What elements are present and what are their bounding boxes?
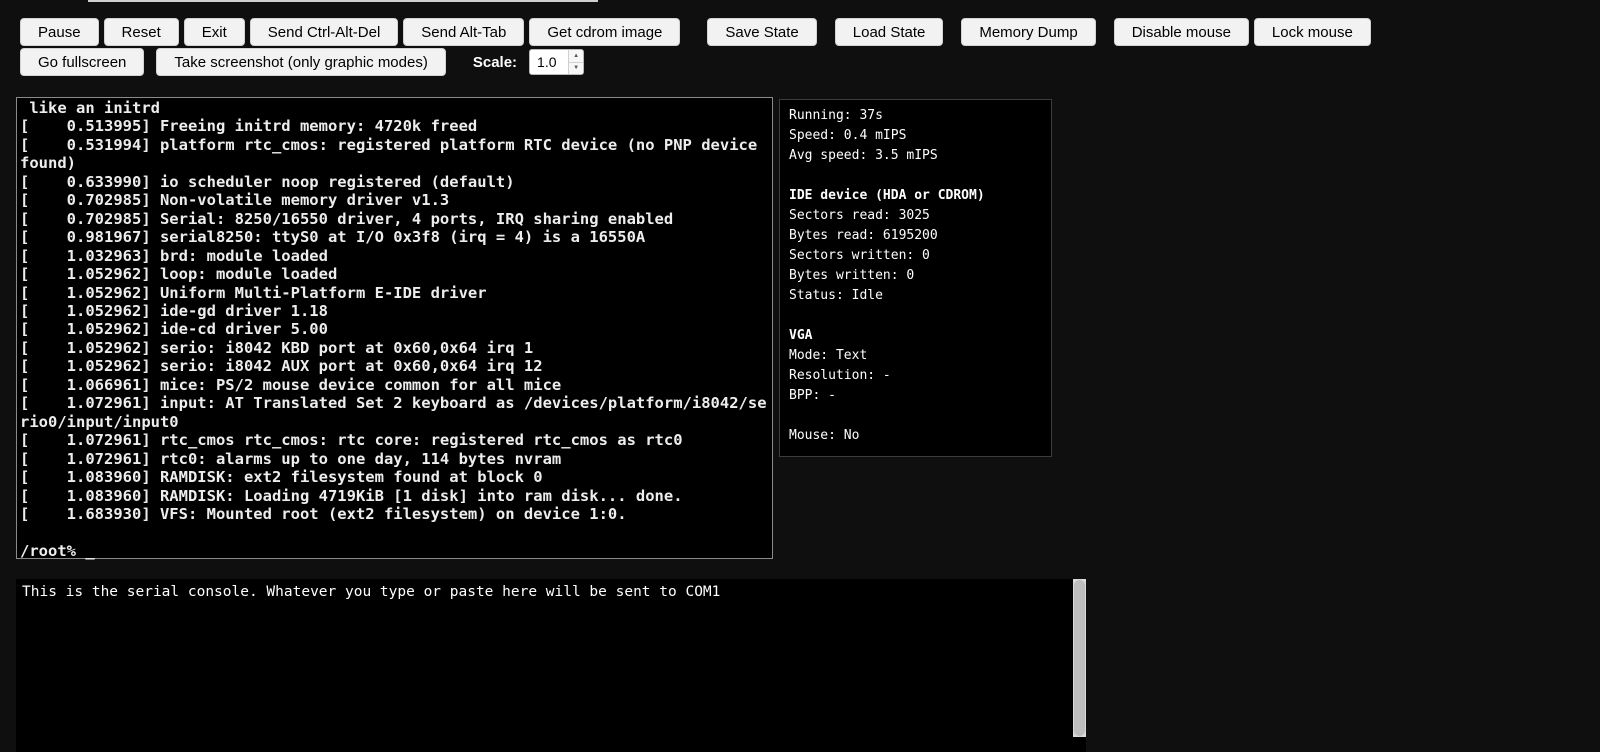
- spinner-up-icon[interactable]: ▲: [569, 50, 583, 63]
- scale-value-input[interactable]: [530, 50, 568, 74]
- pause-button[interactable]: Pause: [20, 18, 99, 46]
- disable-mouse-button[interactable]: Disable mouse: [1114, 18, 1249, 46]
- scale-spinner[interactable]: ▲ ▼: [568, 50, 583, 74]
- stats-panel: Running: 37sSpeed: 0.4 mIPSAvg speed: 3.…: [779, 99, 1052, 457]
- stats-line: Mode: Text: [789, 346, 1042, 366]
- spinner-down-icon[interactable]: ▼: [569, 63, 583, 75]
- stats-line: Bytes written: 0: [789, 266, 1042, 286]
- stats-spacer: [789, 406, 1042, 426]
- toolbar-row-2: Go fullscreen Take screenshot (only grap…: [20, 48, 1371, 76]
- stats-line: BPP: -: [789, 386, 1042, 406]
- stats-line: Resolution: -: [789, 366, 1042, 386]
- load-state-button[interactable]: Load State: [835, 18, 944, 46]
- stats-spacer: [789, 306, 1042, 326]
- save-state-button[interactable]: Save State: [707, 18, 816, 46]
- stats-spacer: [789, 166, 1042, 186]
- stats-line: Avg speed: 3.5 mIPS: [789, 146, 1042, 166]
- send-alt-tab-button[interactable]: Send Alt-Tab: [403, 18, 524, 46]
- serial-scrollbar[interactable]: [1073, 579, 1086, 737]
- stats-section-header: IDE device (HDA or CDROM): [789, 186, 1042, 206]
- toolbar: Pause Reset Exit Send Ctrl-Alt-Del Send …: [20, 18, 1371, 78]
- stats-line: Sectors written: 0: [789, 246, 1042, 266]
- stats-line: Speed: 0.4 mIPS: [789, 126, 1042, 146]
- scale-control[interactable]: ▲ ▼: [529, 49, 584, 75]
- stats-line: Running: 37s: [789, 106, 1042, 126]
- serial-console-input[interactable]: This is the serial console. Whatever you…: [16, 579, 1086, 752]
- go-fullscreen-button[interactable]: Go fullscreen: [20, 48, 144, 76]
- stats-line: Bytes read: 6195200: [789, 226, 1042, 246]
- lock-mouse-button[interactable]: Lock mouse: [1254, 18, 1371, 46]
- take-screenshot-button[interactable]: Take screenshot (only graphic modes): [156, 48, 445, 76]
- toolbar-row-1: Pause Reset Exit Send Ctrl-Alt-Del Send …: [20, 18, 1371, 46]
- terminal-text: like an initrd [ 0.513995] Freeing initr…: [20, 99, 769, 560]
- exit-button[interactable]: Exit: [184, 18, 245, 46]
- scale-label: Scale:: [473, 54, 517, 71]
- serial-console: This is the serial console. Whatever you…: [16, 579, 1086, 752]
- stats-line: Mouse: No: [789, 426, 1042, 446]
- scrollbar-thumb[interactable]: [1074, 580, 1085, 736]
- reset-button[interactable]: Reset: [104, 18, 179, 46]
- stats-section-header: VGA: [789, 326, 1042, 346]
- page-top-rule: [88, 0, 598, 2]
- send-ctrl-alt-del-button[interactable]: Send Ctrl-Alt-Del: [250, 18, 399, 46]
- emulator-screen[interactable]: like an initrd [ 0.513995] Freeing initr…: [16, 97, 773, 559]
- stats-line: Sectors read: 3025: [789, 206, 1042, 226]
- stats-line: Status: Idle: [789, 286, 1042, 306]
- get-cdrom-image-button[interactable]: Get cdrom image: [529, 18, 680, 46]
- memory-dump-button[interactable]: Memory Dump: [961, 18, 1095, 46]
